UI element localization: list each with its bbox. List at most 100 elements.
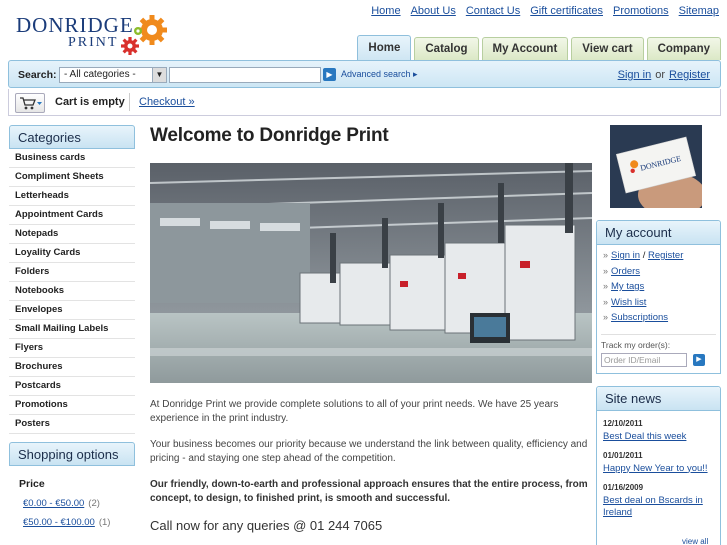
account-link-list: » Sign in / Register » Orders » My tags » Wi… [597, 245, 720, 330]
category-item[interactable]: Folders [9, 263, 135, 282]
left-sidebar: Categories Business cards Compliment She… [9, 125, 135, 536]
cart-icon [20, 97, 42, 110]
bullet-icon: » [603, 296, 609, 307]
account-register-link[interactable]: Register [648, 250, 683, 261]
news-item: 01/16/2009 Best deal on Bscards in Irela… [597, 483, 720, 519]
priority-paragraph: Your business becomes our priority becau… [150, 439, 588, 464]
category-item[interactable]: Compliment Sheets [9, 168, 135, 187]
tab-my-account[interactable]: My Account [481, 37, 569, 60]
news-date: 12/10/2011 [603, 418, 643, 428]
cart-status: Cart is empty [55, 96, 125, 108]
account-list-item: » My tags [603, 281, 714, 297]
category-item[interactable]: Notebooks [9, 282, 135, 301]
category-item[interactable]: Posters [9, 415, 135, 434]
tab-catalog[interactable]: Catalog [414, 37, 479, 60]
track-order-go-button[interactable]: ▶ [693, 353, 705, 366]
category-item[interactable]: Brochures [9, 358, 135, 377]
news-date: 01/16/2009 [603, 482, 644, 492]
main-content: Welcome to Donridge Print At Donridge Pr… [149, 125, 593, 533]
price-range-row: €50.00 - €100.00 (1) [19, 517, 125, 528]
track-order-input[interactable]: Order ID/Email [601, 352, 687, 367]
category-list: Business cards Compliment Sheets Letterh… [9, 149, 135, 434]
account-list-item: » Subscriptions [603, 312, 714, 328]
right-sidebar: DONRIDGE My account » Sign in / Register … [596, 125, 721, 545]
category-item[interactable]: Letterheads [9, 187, 135, 206]
search-label: Search: [18, 69, 57, 81]
price-range-count: (2) [88, 498, 100, 509]
top-link-contact-us[interactable]: Contact Us [466, 5, 520, 17]
cart-divider [129, 93, 130, 111]
chevron-down-icon: ▼ [152, 68, 166, 82]
top-link-gift-certificates[interactable]: Gift certificates [530, 5, 603, 17]
site-news-box: Site news 12/10/2011 Best Deal this week… [596, 385, 721, 545]
shopping-options-box: Price €0.00 - €50.00 (2) €50.00 - €100.00… [9, 466, 135, 536]
category-select-value: - All categories - [64, 69, 136, 80]
news-item: 01/01/2011 Happy New Year to you!! [597, 451, 720, 475]
search-input[interactable] [169, 67, 321, 83]
register-link[interactable]: Register [669, 69, 710, 81]
cart-bar: Cart is empty Checkout » [8, 89, 721, 116]
price-range-row: €0.00 - €50.00 (2) [19, 498, 125, 509]
wish-list-link[interactable]: Wish list [611, 297, 646, 308]
account-list-item: » Wish list [603, 297, 714, 313]
main-tabs: Home Catalog My Account View cart Compan… [357, 35, 721, 60]
category-item[interactable]: Business cards [9, 149, 135, 168]
tab-company[interactable]: Company [646, 37, 721, 60]
sign-in-link[interactable]: Sign in [618, 69, 652, 81]
tab-home[interactable]: Home [357, 35, 412, 60]
price-range-count: (1) [98, 517, 111, 528]
price-range-link[interactable]: €50.00 - €100.00 [23, 517, 95, 528]
view-all-news-link[interactable]: view all [682, 537, 708, 545]
news-item: 12/10/2011 Best Deal this week [597, 419, 720, 443]
tab-view-cart[interactable]: View cart [571, 37, 644, 60]
separator-slash: / [642, 250, 646, 261]
category-item[interactable]: Small Mailing Labels [9, 320, 135, 339]
news-title-link[interactable]: Best deal on Bscards in Ireland [603, 495, 703, 518]
top-link-home[interactable]: Home [371, 5, 400, 17]
news-date: 01/01/2011 [603, 450, 643, 460]
my-account-box: My account » Sign in / Register » Orders »… [596, 220, 721, 374]
news-title-link[interactable]: Best Deal this week [603, 431, 686, 442]
cart-dropdown-button[interactable] [15, 93, 45, 113]
category-item[interactable]: Appointment Cards [9, 206, 135, 225]
my-tags-link[interactable]: My tags [611, 281, 644, 292]
news-title-link[interactable]: Happy New Year to you!! [603, 463, 708, 474]
account-list-item: » Orders [603, 266, 714, 282]
category-item[interactable]: Flyers [9, 339, 135, 358]
approach-paragraph: Our friendly, down-to-earth and professi… [150, 479, 588, 504]
top-link-sitemap[interactable]: Sitemap [679, 5, 719, 17]
bullet-icon: » [603, 281, 609, 291]
bullet-icon: » [603, 250, 609, 260]
account-sign-in-link[interactable]: Sign in [611, 250, 640, 261]
business-card-photo: DONRIDGE [610, 125, 706, 217]
my-account-heading: My account [597, 221, 720, 245]
advanced-search-link[interactable]: Advanced search ▸ [341, 69, 418, 80]
account-list-item: » Sign in / Register [603, 250, 714, 266]
bullet-icon: » [603, 312, 609, 322]
call-us-text: Call now for any queries @ 01 244 7065 [150, 518, 383, 533]
intro-paragraph: At Donridge Print we provide complete so… [150, 399, 559, 424]
shopping-options-heading: Shopping options [9, 442, 135, 466]
or-text: or [655, 69, 666, 81]
checkout-link[interactable]: Checkout » [139, 96, 195, 108]
logo[interactable]: DONRIDGE PRINT [16, 14, 134, 50]
category-item[interactable]: Loyality Cards [9, 244, 135, 263]
category-item[interactable]: Promotions [9, 396, 135, 415]
top-nav-links: Home About Us Contact Us Gift certificat… [371, 5, 719, 17]
bullet-icon: » [603, 265, 609, 276]
site-news-heading: Site news [597, 386, 720, 411]
category-item[interactable]: Notepads [9, 225, 135, 244]
category-item[interactable]: Postcards [9, 377, 135, 396]
search-go-button[interactable]: ▶ [323, 68, 336, 81]
orders-link[interactable]: Orders [611, 266, 640, 277]
subscriptions-link[interactable]: Subscriptions [611, 312, 668, 323]
top-link-promotions[interactable]: Promotions [613, 5, 669, 17]
track-order: Track my order(s): Order ID/Email ▶ [601, 333, 716, 367]
category-item[interactable]: Envelopes [9, 301, 135, 320]
gears-logo-icon [121, 15, 167, 55]
price-range-link[interactable]: €0.00 - €50.00 [23, 498, 84, 509]
search-bar: Search: - All categories - ▼ ▶ Advanced … [8, 60, 721, 88]
top-link-about-us[interactable]: About Us [411, 5, 456, 17]
track-order-label: Track my order(s): [601, 339, 671, 350]
category-select[interactable]: - All categories - ▼ [59, 67, 167, 83]
